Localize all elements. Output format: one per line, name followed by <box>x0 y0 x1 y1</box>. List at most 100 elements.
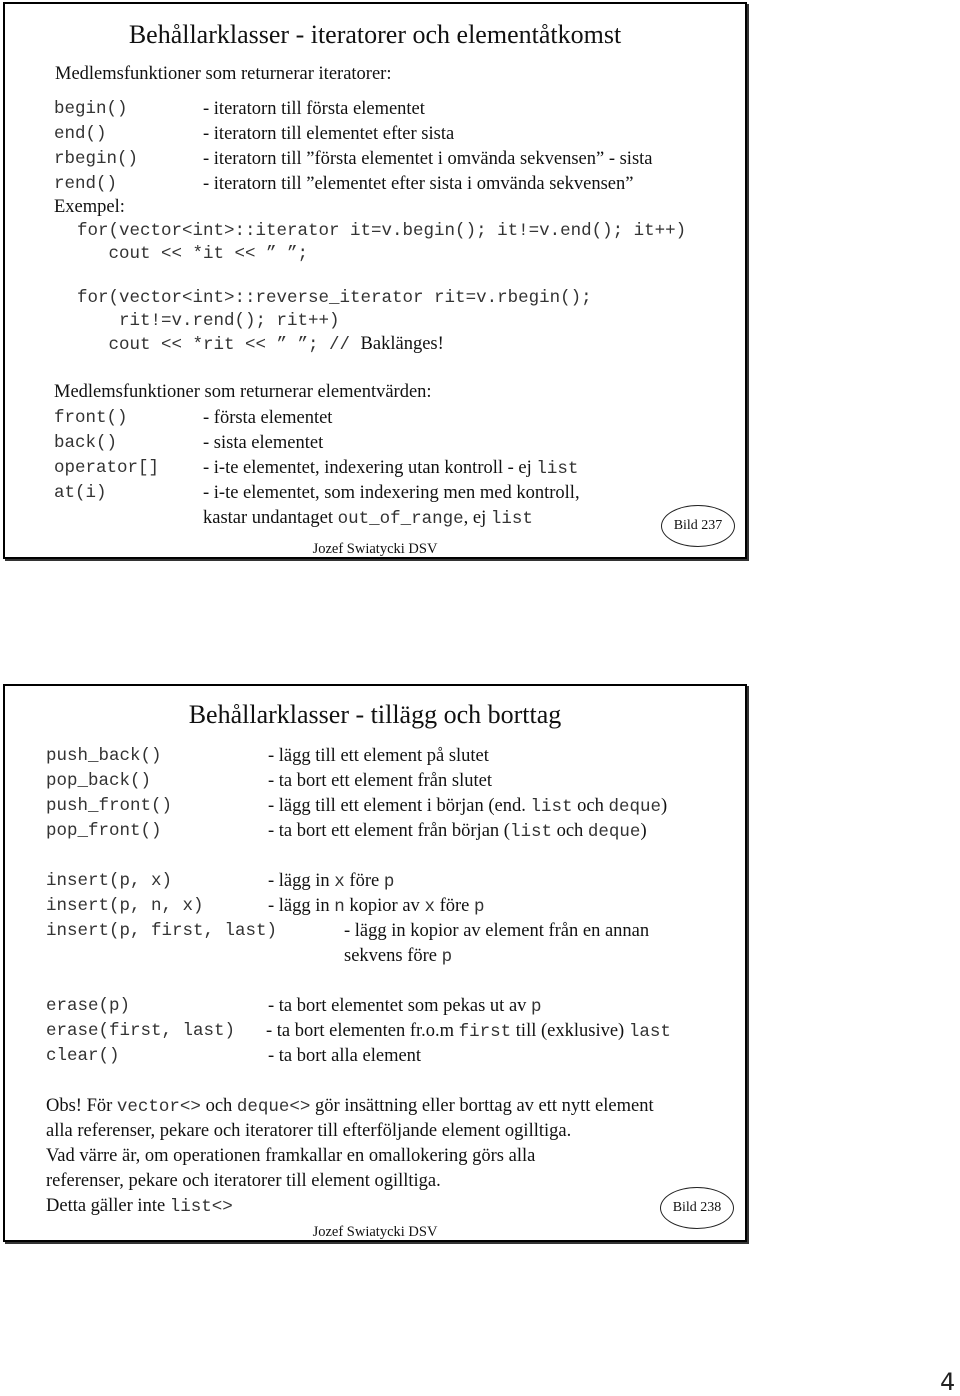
function-name: insert(p, n, x) <box>46 896 204 916</box>
code-inline: list<> <box>169 1197 233 1217</box>
function-description: - iteratorn till elementet efter sista <box>203 124 455 144</box>
code-inline: deque<> <box>236 1097 311 1117</box>
function-name: operator[] <box>54 458 160 478</box>
desc-text: , ej <box>463 508 491 528</box>
code-inline: x <box>424 897 435 917</box>
slide-238: Behållarklasser - tillägg och borttag pu… <box>3 684 747 1242</box>
function-name: pop_back() <box>46 771 152 791</box>
code-inline: p <box>474 897 485 917</box>
function-description: - iteratorn till ”första elementet i omv… <box>203 149 653 169</box>
function-description: - ta bort elementet som pekas ut av p <box>268 994 542 1020</box>
element-row-at-continued: kastar undantaget out_of_range, ej list <box>203 506 533 531</box>
note-text: Obs! För <box>46 1096 117 1116</box>
code-line: for(vector<int>::iterator it=v.begin(); … <box>77 221 687 241</box>
note-text: gör insättning eller borttag av ett nytt… <box>310 1096 654 1116</box>
code-inline: last <box>628 1022 671 1042</box>
code-inline: list <box>509 822 552 842</box>
function-description: - i-te elementet, indexering utan kontro… <box>203 456 578 482</box>
code-inline: p <box>531 997 542 1017</box>
desc-text: - ta bort elementen fr.o.m <box>266 1021 459 1041</box>
page-number: 4 <box>940 1368 956 1396</box>
code-inline: list <box>536 459 579 479</box>
desc-text: kastar undantaget <box>203 508 338 528</box>
code-inline: list <box>530 797 573 817</box>
desc-text: - ta bort elementet som pekas ut av <box>268 996 532 1016</box>
function-description: - lägg in n kopior av x före p <box>268 894 485 920</box>
function-name: clear() <box>46 1046 120 1066</box>
function-name: push_back() <box>46 746 162 766</box>
element-values-heading: Medlemsfunktioner som returnerar element… <box>54 382 432 402</box>
function-description: - lägg in kopior av element från en anna… <box>344 921 650 941</box>
function-description: - lägg in x före p <box>268 869 394 895</box>
desc-text: och <box>572 796 609 816</box>
desc-text: och <box>551 821 588 841</box>
function-name: rend() <box>54 174 118 194</box>
code-inline: out_of_range <box>337 509 464 529</box>
function-name: end() <box>54 124 107 144</box>
function-name: back() <box>54 433 118 453</box>
function-name: erase(p) <box>46 996 131 1016</box>
desc-text: kopior av <box>344 896 425 916</box>
code-text: cout << *rit << ” ”; // <box>77 335 361 355</box>
desc-text: - i-te elementet, indexering utan kontro… <box>203 458 537 478</box>
code-inline: deque <box>608 797 662 817</box>
code-inline: p <box>383 872 395 892</box>
desc-text: - lägg in <box>268 871 335 891</box>
example-label: Exempel: <box>54 197 125 217</box>
desc-text: - ta bort ett element från början ( <box>268 821 510 841</box>
code-inline: x <box>334 872 345 892</box>
slide-number-badge: Bild 238 <box>660 1187 734 1229</box>
code-inline: list <box>490 509 533 529</box>
desc-text: före <box>344 871 384 891</box>
function-description: - ta bort elementen fr.o.m first till (e… <box>266 1019 671 1045</box>
code-inline: deque <box>587 822 641 842</box>
code-inline: p <box>441 947 453 967</box>
code-line: for(vector<int>::reverse_iterator rit=v.… <box>77 288 592 308</box>
function-name: erase(first, last) <box>46 1021 236 1041</box>
desc-text: ) <box>640 821 647 841</box>
note-line: Vad värre är, om operationen framkallar … <box>46 1146 536 1166</box>
function-description: - lägg till ett element på slutet <box>268 746 489 766</box>
slide-title: Behållarklasser - iteratorer och element… <box>128 20 622 49</box>
code-line: cout << *it << ” ”; <box>77 244 309 264</box>
desc-text: - lägg in <box>268 896 335 916</box>
function-description: - sista elementet <box>203 433 324 453</box>
code-line: rit!=v.rend(); rit++) <box>77 311 340 331</box>
desc-text: - lägg till ett element i början (end. <box>268 796 531 816</box>
code-comment: Baklänges! <box>360 334 444 354</box>
function-description: - ta bort alla element <box>268 1046 422 1066</box>
function-name: rbegin() <box>54 149 139 169</box>
function-name: begin() <box>54 99 128 119</box>
function-description: - ta bort ett element från slutet <box>268 771 492 791</box>
function-description: - iteratorn till ”elementet efter sista … <box>203 174 634 194</box>
function-name: push_front() <box>46 796 173 816</box>
note-text: Detta gäller inte <box>46 1196 170 1216</box>
slide-237: Behållarklasser - iteratorer och element… <box>3 2 747 559</box>
function-description: - iteratorn till första elementet <box>203 99 425 119</box>
desc-text: före <box>434 896 474 916</box>
function-description: - lägg till ett element i början (end. l… <box>268 794 667 820</box>
code-line-with-comment: cout << *rit << ” ”; // Baklänges! <box>77 334 444 355</box>
desc-text: sekvens före <box>344 946 442 966</box>
function-name: front() <box>54 408 128 428</box>
function-name: insert(p, x) <box>46 871 173 891</box>
function-description: - i-te elementet, som indexering men med… <box>203 483 580 503</box>
code-inline: n <box>334 897 345 917</box>
code-inline: first <box>458 1022 512 1042</box>
slide-title: Behållarklasser - tillägg och borttag <box>188 700 562 729</box>
code-inline: vector<> <box>116 1097 201 1117</box>
function-name: at(i) <box>54 483 107 503</box>
iterators-heading: Medlemsfunktioner som returnerar iterato… <box>55 64 392 84</box>
note-line: alla referenser, pekare och iteratorer t… <box>46 1121 572 1141</box>
function-name: insert(p, first, last) <box>46 921 278 941</box>
desc-text: ) <box>661 796 668 816</box>
desc-text: till (exklusive) <box>511 1021 629 1041</box>
slide-footer: Jozef Swiatycki DSV <box>312 541 438 557</box>
function-description: - ta bort ett element från början (list … <box>268 819 647 845</box>
function-name: pop_front() <box>46 821 162 841</box>
function-row-insert-range-continued: sekvens före p <box>344 944 452 969</box>
function-description: - första elementet <box>203 408 333 428</box>
note-line: Detta gäller inte list<> <box>46 1194 233 1219</box>
note-text: och <box>200 1096 237 1116</box>
note-line: referenser, pekare och iteratorer till e… <box>46 1171 441 1191</box>
